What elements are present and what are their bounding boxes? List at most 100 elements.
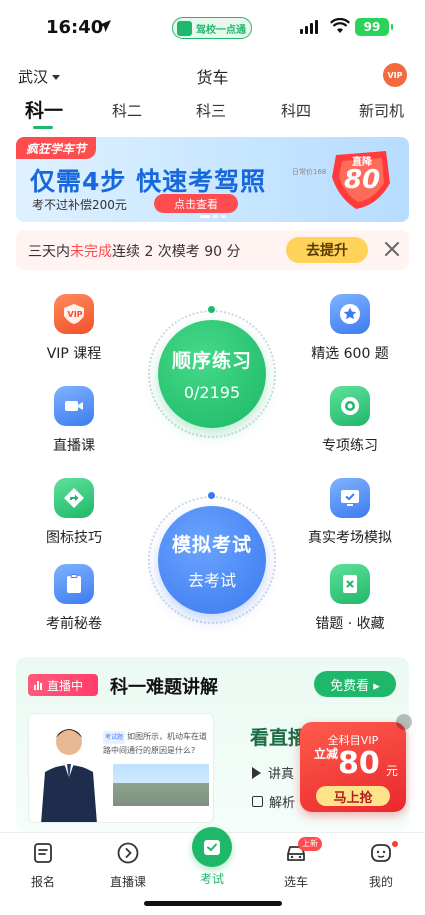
wrong-note-icon [330,564,370,604]
live-class-entry[interactable]: 直播课 [14,386,134,455]
tab-subject-1[interactable]: 科一 [25,96,63,123]
tab-car-select[interactable]: 上新 选车 [256,837,336,890]
tab-live[interactable]: 直播课 [88,841,168,890]
tab-live-label: 直播课 [109,875,146,889]
watch-item-1: 讲真 [252,763,294,782]
thumb-tag: 考试题 [103,731,126,744]
lecturer-avatar [41,729,97,822]
promo-unit: 元 [386,764,399,778]
selected-600-entry[interactable]: 精选 600 题 [290,294,410,363]
active-tab-indicator [33,126,53,129]
sign-tips-entry[interactable]: 图标技巧 [14,478,134,547]
home-indicator [144,901,282,906]
status-bar: 16:40 驾校一点通 99 [0,0,425,54]
cellular-signal-icon [300,20,318,34]
tab-subject-2[interactable]: 科二 [112,100,142,121]
wrong-favorites-entry[interactable]: 错题 · 收藏 [290,564,410,633]
notification-dot [392,841,398,847]
mock-exam-title: 模拟考试 [171,533,252,556]
real-exam-sim-label: 真实考场模拟 [308,530,392,546]
vip-course-entry[interactable]: VIP VIP 课程 [14,294,134,363]
improve-button[interactable]: 去提升 [286,237,368,263]
mock-exam-button[interactable]: 模拟考试 去考试 [158,506,266,614]
real-exam-sim-entry[interactable]: 真实考场模拟 [290,478,410,547]
banner-headline: 仅需4步 快速考驾照 [30,167,267,196]
sequential-practice-button[interactable]: 顺序练习 0/2195 [158,320,266,428]
watch-item-1-label: 讲真 [268,767,295,782]
back-to-app-pill[interactable]: 驾校一点通 [172,17,252,39]
vip-badge-button[interactable]: VIP [383,63,407,87]
battery-icon: 99 [355,18,393,36]
live-badge-label: 直播中 [47,678,84,693]
tab-exam-label[interactable]: 考试 [172,870,252,887]
banner-subtext: 考不过补偿200元 [32,198,127,212]
video-camera-icon [54,386,94,426]
watch-item-2-label: 解析 [269,796,296,811]
clipboard-icon [54,564,94,604]
reminder-bar: 三天内未完成连续 2 次模考 90 分 去提升 [16,230,409,270]
live-video-thumbnail[interactable]: 考试题 如图所示，机动车在道路中间通行的原因是什么? [28,713,214,823]
tab-car-select-label: 选车 [283,875,308,889]
app-icon [177,20,192,36]
reminder-prefix: 三天内 [28,244,70,260]
tab-enroll-label: 报名 [30,875,55,889]
sequential-practice-title: 顺序练习 [171,350,252,372]
promo-banner[interactable]: 疯狂学车节 仅需4步 快速考驾照 考不过补偿200元 点击查看 日常价168 直… [16,137,409,222]
document-icon [252,796,263,807]
tab-new-driver[interactable]: 新司机 [359,100,404,121]
app-pill-label: 驾校一点通 [196,24,246,36]
live-class-label: 直播课 [53,438,95,454]
star-icon [330,294,370,334]
tab-subject-3[interactable]: 科三 [196,100,226,121]
watch-live-title: 看直播 [250,727,308,749]
tab-enroll[interactable]: 报名 [3,841,83,890]
wrong-favorites-label: 错题 · 收藏 [315,616,385,632]
grab-now-button[interactable]: 马上抢 [316,786,390,806]
svg-text:VIP: VIP [68,310,83,319]
sequential-practice-progress: 0/2195 [183,383,241,402]
clock: 16:40 [46,17,104,38]
direction-sign-icon [54,478,94,518]
promo-off-label: 立减 [314,747,339,761]
topic-practice-entry[interactable]: 专项练习 [290,386,410,455]
reminder-suffix: 连续 2 次模考 90 分 [112,244,241,260]
close-icon[interactable] [382,239,402,259]
vip-icon: VIP [54,294,94,334]
vip-course-label: VIP 课程 [46,346,102,362]
profile-face-icon [371,844,391,862]
practice-progress-dot [208,306,215,313]
live-badge: 直播中 [28,674,98,696]
play-circle-icon [117,842,139,864]
vip-discount-popup[interactable]: 全科目VIP 立减 80 元 马上抢 [300,714,412,812]
mock-exam-subtitle: 去考试 [187,570,236,590]
tab-profile-label: 我的 [368,875,393,889]
banner-daily-price: 日常价168 [292,168,327,176]
new-badge: 上新 [298,837,322,851]
mock-progress-dot [208,492,215,499]
vehicle-type-title[interactable]: 货车 [0,64,425,88]
enroll-icon [34,843,52,863]
play-icon [252,766,261,779]
reminder-highlight: 未完成 [70,244,112,260]
exam-tab-icon[interactable] [192,827,232,867]
banner-view-button[interactable]: 点击查看 [154,194,238,213]
free-watch-button[interactable]: 免费看 ▸ [314,671,396,697]
tab-profile[interactable]: 我的 [341,841,421,890]
target-icon [330,386,370,426]
promo-close-icon[interactable] [396,714,412,730]
banner-tag: 疯狂学车节 [16,137,96,159]
tab-subject-4[interactable]: 科四 [281,100,311,121]
sign-tips-label: 图标技巧 [46,530,102,546]
road-scene-image [113,764,209,806]
thumb-question: 考试题 如图所示，机动车在道路中间通行的原因是什么? [103,730,211,757]
reminder-text: 三天内未完成连续 2 次模考 90 分 [28,241,241,261]
carousel-indicator [200,215,226,218]
subject-tabs: 科一 科二 科三 科四 新司机 [0,96,425,130]
secret-paper-label: 考前秘卷 [46,616,102,632]
live-section-title: 科一难题讲解 [110,677,218,698]
watch-item-2: 解析 [252,792,295,811]
location-arrow-icon [99,20,111,32]
secret-paper-entry[interactable]: 考前秘卷 [14,564,134,633]
banner-discount-value: 80 [344,165,381,195]
topic-practice-label: 专项练习 [322,438,378,454]
